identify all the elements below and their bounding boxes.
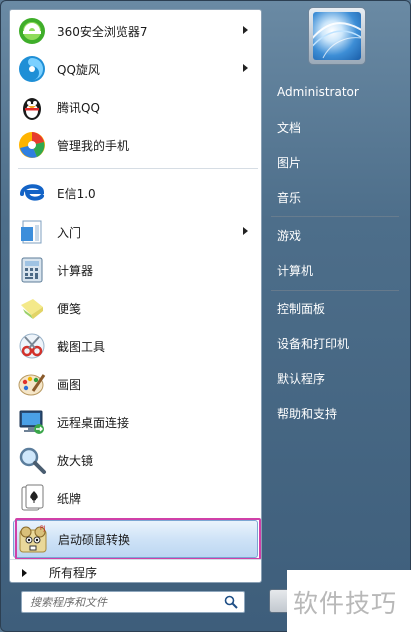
- submenu-arrow-icon[interactable]: [243, 64, 248, 72]
- music-label: 音乐: [277, 190, 302, 205]
- user-avatar-icon: [313, 12, 361, 60]
- program-item-solitaire[interactable]: 纸牌: [13, 480, 258, 516]
- paint-icon: [17, 369, 47, 399]
- program-label: 腾讯QQ: [57, 100, 100, 115]
- right-item-documents[interactable]: 文档: [267, 112, 407, 142]
- program-label: 放大镜: [57, 453, 94, 468]
- program-label: 便笺: [57, 301, 82, 316]
- program-label: 截图工具: [57, 339, 106, 354]
- program-label: 管理我的手机: [57, 138, 130, 153]
- expand-arrow-icon: [22, 568, 27, 577]
- program-label: 纸牌: [57, 491, 82, 506]
- program-item-snipping-tool[interactable]: 截图工具: [13, 328, 258, 364]
- submenu-arrow-icon[interactable]: [243, 227, 248, 235]
- program-label: 启动硕鼠转换: [58, 532, 131, 547]
- computer-label: 计算机: [277, 263, 314, 278]
- all-programs-button[interactable]: 所有程序: [10, 559, 261, 585]
- search-box[interactable]: [21, 591, 245, 613]
- right-item-computer[interactable]: 计算机: [267, 255, 407, 285]
- program-item-shuoshu-convert[interactable]: PJ 启动硕鼠转换: [13, 520, 258, 558]
- qq-whirlwind-icon: [17, 54, 47, 84]
- right-item-pictures[interactable]: 图片: [267, 147, 407, 177]
- snipping-tool-icon: [17, 331, 47, 361]
- program-item-sticky-notes[interactable]: 便笺: [13, 290, 258, 326]
- program-label: 入门: [57, 225, 82, 240]
- telecom-e-icon: [17, 178, 47, 208]
- qq-penguin-icon: [17, 92, 47, 122]
- submenu-arrow-icon[interactable]: [243, 26, 248, 34]
- solitaire-icon: [17, 483, 47, 513]
- program-item-magnifier[interactable]: 放大镜: [13, 442, 258, 478]
- browser-360-icon: [17, 16, 47, 46]
- right-item-devices-printers[interactable]: 设备和打印机: [267, 328, 407, 358]
- programs-pane: 360安全浏览器7 QQ旋风 腾讯QQ 管理我的手机 E信1.0 入门 计算器 …: [9, 9, 262, 583]
- program-label: E信1.0: [57, 186, 96, 201]
- right-item-music[interactable]: 音乐: [267, 182, 407, 212]
- program-label: 远程桌面连接: [57, 415, 130, 430]
- watermark: 软件技巧: [287, 570, 411, 632]
- program-item-tencent-qq[interactable]: 腾讯QQ: [13, 89, 258, 125]
- right-item-default-programs[interactable]: 默认程序: [267, 363, 407, 393]
- program-item-phone-manager[interactable]: 管理我的手机: [13, 127, 258, 163]
- program-item-calculator[interactable]: 计算器: [13, 252, 258, 288]
- calculator-icon: [17, 255, 47, 285]
- svg-text:PJ: PJ: [40, 525, 46, 532]
- program-label: 计算器: [57, 263, 94, 278]
- remote-desktop-icon: [17, 407, 47, 437]
- program-item-getting-started[interactable]: 入门: [13, 214, 258, 250]
- right-item-help[interactable]: 帮助和支持: [267, 398, 407, 428]
- right-item-control-panel[interactable]: 控制面板: [267, 293, 407, 323]
- start-menu: 360安全浏览器7 QQ旋风 腾讯QQ 管理我的手机 E信1.0 入门 计算器 …: [0, 0, 411, 632]
- pictures-label: 图片: [277, 155, 302, 170]
- watermark-text: 软件技巧: [293, 589, 398, 618]
- all-programs-label: 所有程序: [49, 566, 98, 580]
- separator: [271, 216, 399, 217]
- separator: [18, 168, 258, 169]
- documents-label: 文档: [277, 120, 302, 135]
- sticky-notes-icon: [17, 293, 47, 323]
- search-icon[interactable]: [224, 595, 238, 609]
- games-label: 游戏: [277, 228, 302, 243]
- right-item-user[interactable]: Administrator: [267, 77, 407, 107]
- user-name: Administrator: [277, 85, 359, 99]
- control-panel-label: 控制面板: [277, 301, 326, 316]
- program-label: 画图: [57, 377, 82, 392]
- program-item-remote-desktop[interactable]: 远程桌面连接: [13, 404, 258, 440]
- user-picture[interactable]: [308, 7, 366, 65]
- devices-label: 设备和打印机: [277, 336, 350, 351]
- getting-started-icon: [17, 217, 47, 247]
- program-item-paint[interactable]: 画图: [13, 366, 258, 402]
- shuoshu-convert-icon: PJ: [18, 524, 48, 554]
- default-programs-label: 默认程序: [277, 371, 326, 386]
- right-item-games[interactable]: 游戏: [267, 220, 407, 250]
- search-input[interactable]: [30, 593, 220, 611]
- magnifier-icon: [17, 445, 47, 475]
- phone-manager-icon: [17, 130, 47, 160]
- help-label: 帮助和支持: [277, 406, 338, 421]
- program-item-360-browser[interactable]: 360安全浏览器7: [13, 13, 258, 49]
- program-item-e-xin[interactable]: E信1.0: [13, 175, 258, 211]
- program-item-qq-whirlwind[interactable]: QQ旋风: [13, 51, 258, 87]
- program-label: 360安全浏览器7: [57, 24, 148, 39]
- program-label: QQ旋风: [57, 62, 100, 77]
- separator: [271, 290, 399, 291]
